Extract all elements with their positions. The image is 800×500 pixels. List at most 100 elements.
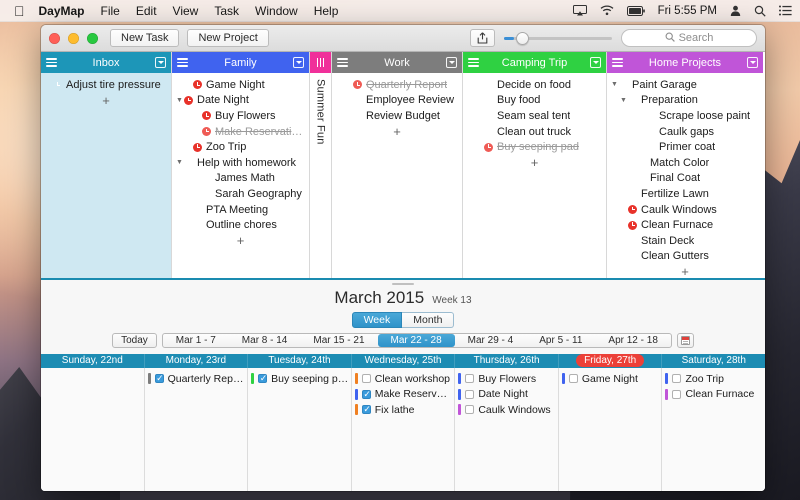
airplay-icon[interactable] <box>572 5 587 16</box>
task-item[interactable]: Make Reservations <box>172 124 309 140</box>
project-column-header[interactable]: Home Projects <box>607 52 763 73</box>
task-item[interactable]: Stain Deck <box>607 233 763 249</box>
event-checkbox[interactable] <box>465 405 475 415</box>
event-checkbox[interactable] <box>361 404 371 415</box>
maximize-button[interactable] <box>87 32 98 44</box>
day-column[interactable]: Clean workshop Make Reservations Fix lathe <box>352 368 456 491</box>
zoom-slider[interactable] <box>504 29 612 47</box>
project-column-header[interactable]: Inbox <box>41 52 171 73</box>
day-header[interactable]: Wednesday, 25th <box>352 354 456 368</box>
menu-item-app[interactable]: DayMap <box>39 4 85 18</box>
menu-item-file[interactable]: File <box>101 4 120 18</box>
wifi-icon[interactable] <box>600 5 614 16</box>
today-button[interactable]: Today <box>112 333 157 348</box>
close-button[interactable] <box>49 32 60 44</box>
task-item[interactable]: Decide on food <box>463 77 606 93</box>
task-item[interactable]: ▼ Preparation <box>607 93 763 109</box>
day-column[interactable]: Buy seeping pad <box>248 368 352 491</box>
event-checkbox[interactable] <box>361 374 371 384</box>
chevron-down-icon[interactable] <box>590 57 601 68</box>
calendar-event[interactable]: Zoo Trip <box>665 371 763 387</box>
zoom-slider-knob[interactable] <box>516 31 529 45</box>
task-item[interactable]: Sarah Geography <box>172 186 309 202</box>
task-item[interactable]: Final Coat <box>607 171 763 187</box>
calendar-event[interactable]: Game Night <box>561 371 660 387</box>
task-item[interactable]: Primer coat <box>607 139 763 155</box>
menu-item-view[interactable]: View <box>173 4 199 18</box>
task-item[interactable]: Buy food <box>463 93 606 109</box>
add-task-button[interactable]: + <box>463 155 606 171</box>
event-checkbox[interactable] <box>672 389 682 399</box>
task-item[interactable]: Game Night <box>172 77 309 93</box>
disclosure-triangle-icon[interactable]: ▼ <box>610 81 619 88</box>
calendar-picker-button[interactable] <box>676 333 694 348</box>
share-button[interactable] <box>470 29 495 47</box>
calendar-resize-handle[interactable] <box>41 280 765 287</box>
chevron-down-icon[interactable] <box>293 57 304 68</box>
calendar-event[interactable]: Caulk Windows <box>458 402 556 418</box>
task-item[interactable]: James Math <box>172 171 309 187</box>
task-item[interactable]: Caulk Windows <box>607 202 763 218</box>
task-item[interactable]: Seam seal tent <box>463 108 606 124</box>
calendar-event[interactable]: Quarterly Report <box>147 371 245 387</box>
disclosure-triangle-icon[interactable]: ▼ <box>175 97 184 104</box>
add-task-button[interactable]: + <box>332 124 462 140</box>
project-column-header[interactable]: Family <box>172 52 309 73</box>
disclosure-triangle-icon[interactable]: ▼ <box>175 159 184 166</box>
task-item[interactable]: Clean out truck <box>463 124 606 140</box>
new-task-button[interactable]: New Task <box>110 29 180 47</box>
day-column[interactable]: Game Night <box>559 368 663 491</box>
date-range-option[interactable]: Apr 5 - 11 <box>526 334 595 347</box>
event-checkbox[interactable] <box>361 389 371 400</box>
day-column[interactable] <box>41 368 145 491</box>
day-header[interactable]: Saturday, 28th <box>662 354 765 368</box>
spotlight-search-icon[interactable] <box>754 5 766 17</box>
task-item[interactable]: Clean Gutters <box>607 249 763 265</box>
chevron-down-icon[interactable] <box>155 57 166 68</box>
menu-item-task[interactable]: Task <box>214 4 239 18</box>
menu-bar-clock[interactable]: Fri 5:55 PM <box>658 5 717 17</box>
hamburger-icon[interactable] <box>337 58 348 67</box>
view-mode-month[interactable]: Month <box>402 312 455 328</box>
day-column[interactable]: Zoo Trip Clean Furnace <box>662 368 765 491</box>
event-checkbox[interactable] <box>465 374 475 384</box>
hamburger-icon[interactable] <box>468 58 479 67</box>
date-range-option[interactable]: Mar 29 - 4 <box>455 334 527 347</box>
search-input[interactable]: Search <box>621 29 757 47</box>
event-checkbox[interactable] <box>465 389 475 399</box>
column-expand-icon[interactable] <box>316 58 325 67</box>
day-header[interactable]: Friday, 27th <box>559 354 663 368</box>
calendar-event[interactable]: Fix lathe <box>354 402 453 418</box>
task-item[interactable]: ▼ Paint Garage <box>607 77 763 93</box>
date-range-option[interactable]: Mar 1 - 7 <box>163 334 229 347</box>
calendar-event[interactable]: Make Reservations <box>354 387 452 403</box>
task-item[interactable]: Scrape loose paint <box>607 108 763 124</box>
event-checkbox[interactable] <box>672 374 682 384</box>
hamburger-icon[interactable] <box>612 58 623 67</box>
project-column-header[interactable]: Camping Trip <box>463 52 606 73</box>
task-item[interactable]: Employee Review <box>332 93 462 109</box>
calendar-event[interactable]: Buy Flowers <box>458 371 556 387</box>
calendar-event[interactable]: Buy seeping pad <box>251 371 349 387</box>
task-item[interactable]: Caulk gaps <box>607 124 763 140</box>
project-column-header[interactable]: Work <box>332 52 462 73</box>
task-item[interactable]: Match Color <box>607 155 763 171</box>
day-column[interactable]: Buy Flowers Date Night Caulk Windows <box>455 368 559 491</box>
task-item[interactable]: ▼ Date Night <box>172 93 309 109</box>
event-checkbox[interactable] <box>154 373 164 384</box>
disclosure-triangle-icon[interactable]: ▼ <box>619 97 628 104</box>
menu-item-help[interactable]: Help <box>314 4 339 18</box>
chevron-down-icon[interactable] <box>446 57 457 68</box>
add-task-button[interactable]: + <box>607 264 763 278</box>
task-item[interactable]: Fertilize Lawn <box>607 186 763 202</box>
new-project-button[interactable]: New Project <box>187 29 269 47</box>
hamburger-icon[interactable] <box>46 58 57 67</box>
minimize-button[interactable] <box>68 32 79 44</box>
user-icon[interactable] <box>730 5 741 16</box>
chevron-down-icon[interactable] <box>747 57 758 68</box>
calendar-event[interactable]: Clean Furnace <box>665 387 763 403</box>
project-column-header[interactable] <box>310 52 331 73</box>
view-mode-week[interactable]: Week <box>351 312 403 328</box>
add-task-button[interactable]: + <box>172 233 309 249</box>
day-header[interactable]: Monday, 23rd <box>145 354 249 368</box>
